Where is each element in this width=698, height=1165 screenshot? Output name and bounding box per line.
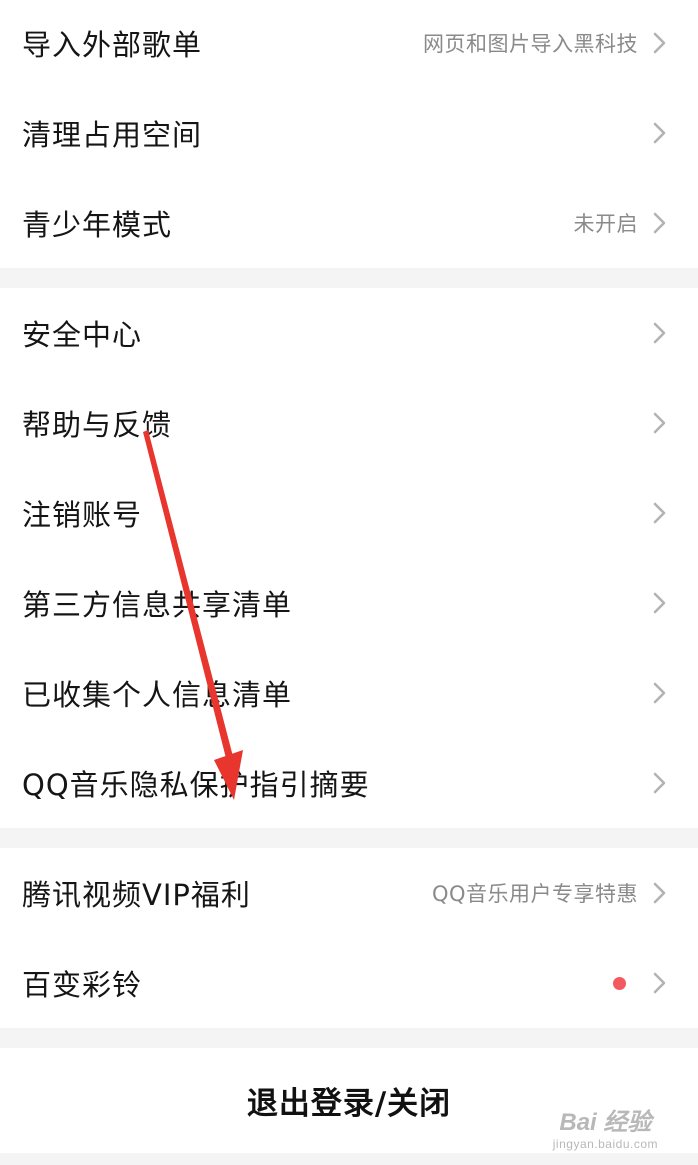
chevron-right-icon [653, 502, 666, 524]
row-title: 已收集个人信息清单 [22, 678, 293, 712]
chevron-right-icon [653, 772, 666, 794]
settings-group-benefits: 腾讯视频VIP福利 QQ音乐用户专享特惠 百变彩铃 [0, 848, 698, 1028]
chevron-right-icon [653, 412, 666, 434]
chevron-right-icon [653, 122, 666, 144]
row-title: 清理占用空间 [22, 118, 203, 152]
row-help-feedback[interactable]: 帮助与反馈 [0, 378, 698, 468]
row-title: 第三方信息共享清单 [22, 588, 293, 622]
chevron-right-icon [653, 972, 666, 994]
row-hint: 网页和图片导入黑科技 [423, 32, 638, 56]
settings-group-account: 安全中心 帮助与反馈 注销账号 第三方信息共享清单 已收集个人信息清单 QQ音乐… [0, 288, 698, 828]
chevron-right-icon [653, 32, 666, 54]
row-title: 腾讯视频VIP福利 [22, 878, 251, 912]
row-hint: 未开启 [573, 212, 638, 236]
row-title: 安全中心 [22, 318, 143, 352]
row-privacy-guide-summary[interactable]: QQ音乐隐私保护指引摘要 [0, 738, 698, 828]
row-security-center[interactable]: 安全中心 [0, 288, 698, 378]
chevron-right-icon [653, 592, 666, 614]
row-title: 百变彩铃 [22, 968, 143, 1002]
row-teen-mode[interactable]: 青少年模式 未开启 [0, 178, 698, 268]
watermark-url: jingyan.baidu.com [552, 1137, 658, 1151]
row-third-party-sharing[interactable]: 第三方信息共享清单 [0, 558, 698, 648]
row-tencent-video-vip[interactable]: 腾讯视频VIP福利 QQ音乐用户专享特惠 [0, 848, 698, 938]
settings-group-tools: 导入外部歌单 网页和图片导入黑科技 清理占用空间 青少年模式 未开启 [0, 0, 698, 268]
row-title: 青少年模式 [22, 208, 173, 242]
logout-label: 退出登录/关闭 [246, 1086, 452, 1122]
row-delete-account[interactable]: 注销账号 [0, 468, 698, 558]
row-title: 注销账号 [22, 498, 143, 532]
row-collected-info[interactable]: 已收集个人信息清单 [0, 648, 698, 738]
watermark-logo: Bai 经验 [559, 1109, 652, 1136]
row-import-playlist[interactable]: 导入外部歌单 网页和图片导入黑科技 [0, 0, 698, 88]
red-dot-badge [613, 976, 626, 990]
group-divider [0, 268, 698, 288]
chevron-right-icon [653, 212, 666, 234]
row-title: QQ音乐隐私保护指引摘要 [22, 768, 370, 802]
row-title: 帮助与反馈 [22, 408, 173, 442]
chevron-right-icon [653, 682, 666, 704]
row-title: 导入外部歌单 [22, 28, 203, 62]
settings-list: 导入外部歌单 网页和图片导入黑科技 清理占用空间 青少年模式 未开启 安全中心 … [0, 0, 698, 1153]
row-clean-storage[interactable]: 清理占用空间 [0, 88, 698, 178]
chevron-right-icon [653, 882, 666, 904]
chevron-right-icon [653, 322, 666, 344]
watermark: Bai 经验 jingyan.baidu.com [553, 1102, 658, 1151]
row-ringtone[interactable]: 百变彩铃 [0, 938, 698, 1028]
group-divider [0, 1028, 698, 1048]
group-divider [0, 828, 698, 848]
row-hint: QQ音乐用户专享特惠 [431, 882, 638, 906]
